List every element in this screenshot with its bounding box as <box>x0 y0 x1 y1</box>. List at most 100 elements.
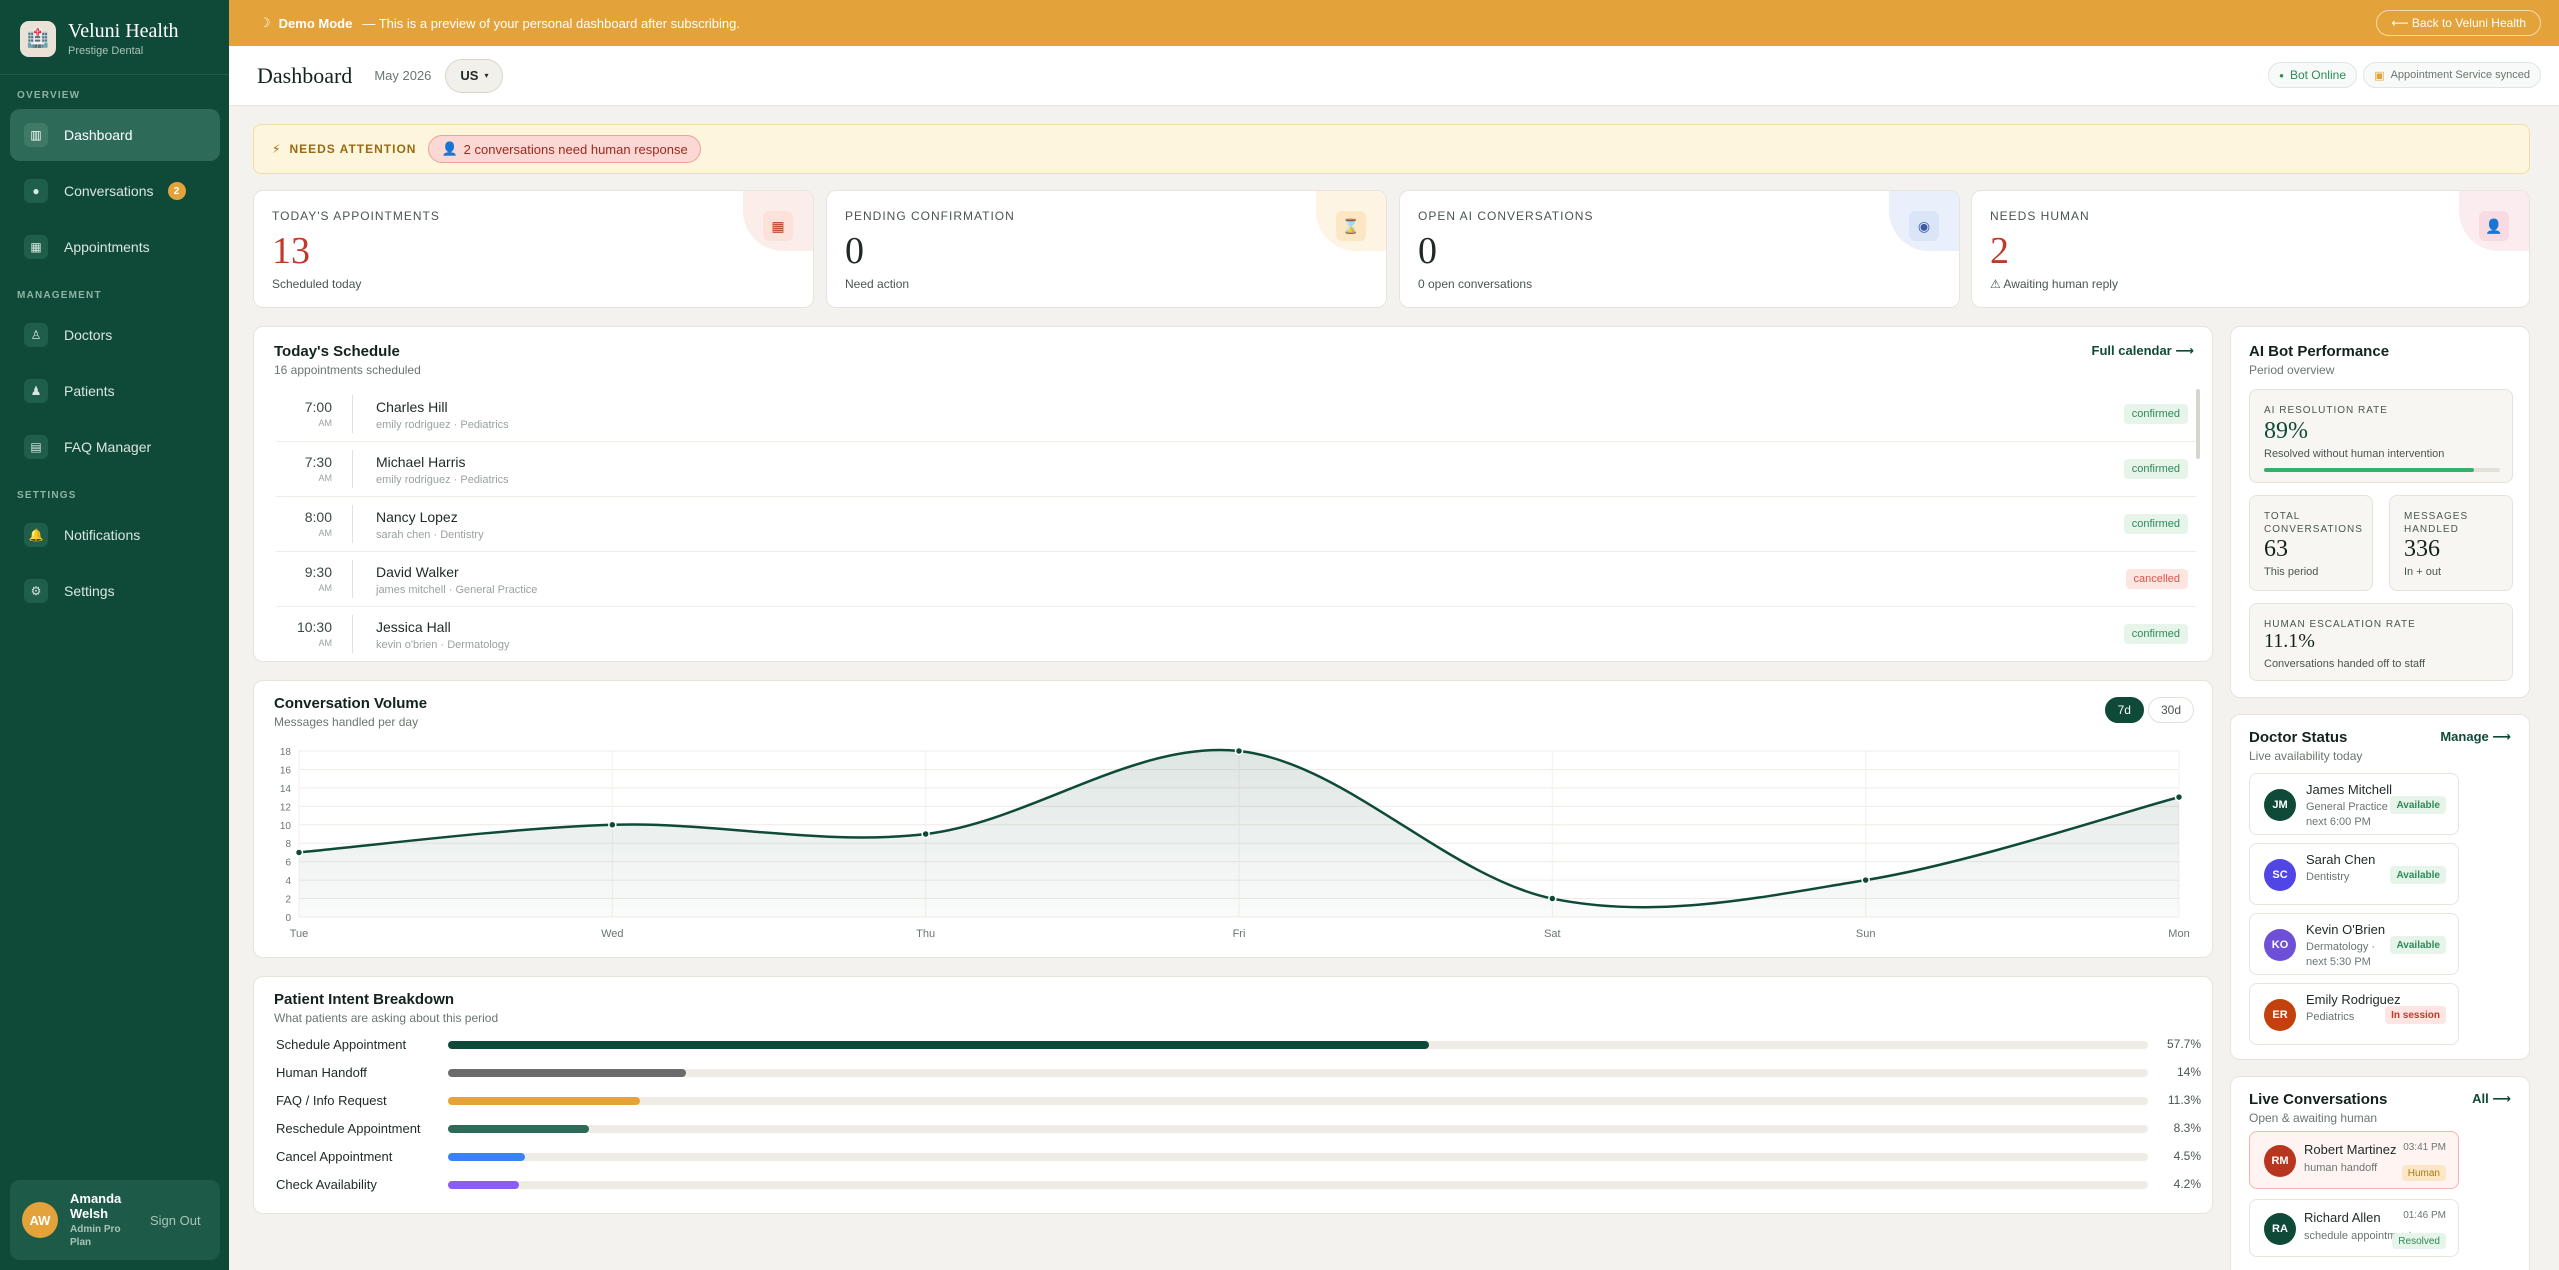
sidebar-item-faq[interactable]: ▤ FAQ Manager <box>10 421 220 473</box>
avatar[interactable]: AW <box>22 1202 58 1238</box>
region-value: US <box>460 68 479 83</box>
manage-doctors-link[interactable]: Manage ⟶ <box>2440 729 2511 745</box>
y-tick-label: 18 <box>280 747 292 758</box>
lightning-icon: ⚡ <box>272 142 282 156</box>
schedule-row[interactable]: 7:30 AM Michael Harris emily rodriguez · Pe… <box>276 442 2196 497</box>
schedule-row[interactable]: 7:00 AM Charles Hill emily rodriguez · Pedi… <box>276 387 2196 442</box>
patient-intent-card: Patient Intent Breakdown What patients a… <box>253 976 2213 1214</box>
sidebar-item-conversations[interactable]: ● Conversations 2 <box>10 165 220 217</box>
patient-name: Michael Harris <box>376 454 466 470</box>
doctor-item[interactable]: KO Kevin O'Brien Dermatology · next 5:30 P… <box>2249 913 2459 975</box>
bot-status-text: Bot Online <box>2289 68 2346 82</box>
resolution-label: AI RESOLUTION RATE <box>2264 405 2388 416</box>
robot-icon: ◉ <box>1909 211 1939 241</box>
full-calendar-link[interactable]: Full calendar ⟶ <box>2092 343 2194 359</box>
doctor-item[interactable]: JM James Mitchell General Practice · next … <box>2249 773 2459 835</box>
chart-icon: ▥ <box>24 123 48 147</box>
live-conversation-item[interactable]: RA Richard Allen schedule appointment 01:46… <box>2249 1199 2459 1257</box>
schedule-row[interactable]: 9:30 AM David Walker james mitchell · Gener… <box>276 552 2196 607</box>
stat-sub: Scheduled today <box>272 277 362 291</box>
schedule-row[interactable]: 8:00 AM Nancy Lopez sarah chen · Dentistry c… <box>276 497 2196 552</box>
all-conversations-link[interactable]: All ⟶ <box>2472 1091 2511 1107</box>
scrollbar[interactable] <box>2196 389 2200 459</box>
doctor-avatar: SC <box>2264 859 2296 891</box>
sign-out-button[interactable]: Sign Out <box>150 1213 201 1228</box>
schedule-row[interactable]: 10:30 AM Jessica Hall kevin o'brien · Derma… <box>276 607 2196 661</box>
user-name: Amanda Welsh <box>70 1191 122 1221</box>
intent-percent: 57.7% <box>2166 1037 2201 1051</box>
stat-value: 0 <box>1418 230 1437 272</box>
stat-card-appointments[interactable]: ▦ TODAY'S APPOINTMENTS 13 Scheduled toda… <box>253 190 814 308</box>
doctor-item[interactable]: ER Emily Rodriguez Pediatrics In session <box>2249 983 2459 1045</box>
messages-value: 336 <box>2404 536 2440 562</box>
doctor-status-badge: Available <box>2390 866 2446 884</box>
doctor-status-badge: Available <box>2390 796 2446 814</box>
sidebar-item-patients[interactable]: ♟ Patients <box>10 365 220 417</box>
hourglass-icon: ⌛ <box>1336 211 1366 241</box>
intent-bar-fill <box>448 1181 520 1189</box>
person-icon: 👤 <box>2479 211 2509 241</box>
conversation-tag: Resolved <box>2392 1233 2446 1249</box>
bot-subtitle: Period overview <box>2249 363 2335 377</box>
sidebar-item-dashboard[interactable]: ▥ Dashboard <box>10 109 220 161</box>
doctor-specialty: Pediatrics <box>2306 1011 2355 1023</box>
total-label: TOTAL CONVERSATIONS <box>2264 511 2363 535</box>
person-icon: 👤 <box>441 141 458 156</box>
sidebar-item-notifications[interactable]: 🔔 Notifications <box>10 509 220 561</box>
sidebar-item-appointments[interactable]: ▦ Appointments <box>10 221 220 273</box>
sidebar-item-label: Doctors <box>64 327 113 343</box>
sidebar-item-settings[interactable]: ⚙ Settings <box>10 565 220 617</box>
stat-value: 13 <box>272 230 310 272</box>
attention-pill[interactable]: 👤 2 conversations need human response <box>428 135 701 163</box>
doctor-avatar: ER <box>2264 999 2296 1031</box>
stat-card-needs-human[interactable]: 👤 NEEDS HUMAN 2 ⚠ Awaiting human reply <box>1971 190 2530 308</box>
data-point <box>294 848 304 857</box>
back-button[interactable]: ⟵ Back to Veluni Health <box>2376 10 2541 36</box>
stat-card-pending[interactable]: ⌛ PENDING CONFIRMATION 0 Need action <box>826 190 1387 308</box>
demo-mode-label: Demo Mode <box>278 15 353 31</box>
appointment-time: 8:00 <box>304 509 332 525</box>
period-toggle: 7d 30d <box>2104 697 2194 723</box>
region-select[interactable]: US ▾ <box>445 58 504 93</box>
bot-status-badge: ● Bot Online <box>2268 62 2357 88</box>
doctor-name: Emily Rodriguez <box>2306 992 2401 1007</box>
brand[interactable]: 🏥 Veluni Health Prestige Dental <box>20 20 179 57</box>
appointment-time: 7:00 <box>304 399 332 415</box>
appointment-time: 9:30 <box>304 564 332 580</box>
calendar-icon: ▦ <box>24 235 48 259</box>
period-7d-button[interactable]: 7d <box>2104 697 2144 723</box>
messages-handled-tile: MESSAGES HANDLED 336 In + out <box>2389 495 2513 591</box>
stat-card-open-ai[interactable]: ◉ OPEN AI CONVERSATIONS 0 0 open convers… <box>1399 190 1960 308</box>
live-conversation-item[interactable]: RM Robert Martinez human handoff 03:41 PM Hu… <box>2249 1131 2459 1189</box>
demo-banner: ☽ Demo Mode — This is a preview of your … <box>229 0 2559 46</box>
y-tick-label: 12 <box>280 802 292 813</box>
status-badge: confirmed <box>2123 459 2188 479</box>
patient-icon: ♟ <box>24 379 48 403</box>
sidebar-item-doctors[interactable]: ♙ Doctors <box>10 309 220 361</box>
doctor-avatar: KO <box>2264 929 2296 961</box>
stat-sub: 0 open conversations <box>1418 277 1533 291</box>
volume-title: Conversation Volume <box>274 695 428 712</box>
appointment-detail: emily rodriguez · Pediatrics <box>376 419 509 431</box>
intent-bar-track <box>448 1181 2148 1189</box>
intent-percent: 4.5% <box>2173 1149 2201 1163</box>
appointment-detail: sarah chen · Dentistry <box>376 529 484 541</box>
x-tick-label: Tue <box>290 928 309 940</box>
status-dot-icon: ● <box>2279 70 2284 80</box>
stat-label: TODAY'S APPOINTMENTS <box>272 209 440 223</box>
intent-row: Check Availability 4.2% <box>276 1175 2201 1195</box>
conversation-time: 01:46 PM <box>2403 1210 2446 1221</box>
resolution-progress-track <box>2264 468 2500 472</box>
conversation-avatar: RM <box>2264 1145 2296 1177</box>
sync-status-text: Appointment Service synced <box>2390 69 2530 81</box>
period-30d-button[interactable]: 30d <box>2147 697 2194 723</box>
y-tick-label: 6 <box>285 858 291 869</box>
doctor-item[interactable]: SC Sarah Chen Dentistry Available <box>2249 843 2459 905</box>
ai-bot-performance-card: AI Bot Performance Period overview AI RE… <box>2230 326 2530 698</box>
sidebar-item-label: Settings <box>64 583 115 599</box>
intent-title: Patient Intent Breakdown <box>274 991 455 1008</box>
x-tick-label: Mon <box>2168 928 2189 940</box>
patient-name: Nancy Lopez <box>376 509 458 525</box>
intent-row: FAQ / Info Request 11.3% <box>276 1091 2201 1111</box>
demo-mode-text: — This is a preview of your personal das… <box>362 15 741 31</box>
